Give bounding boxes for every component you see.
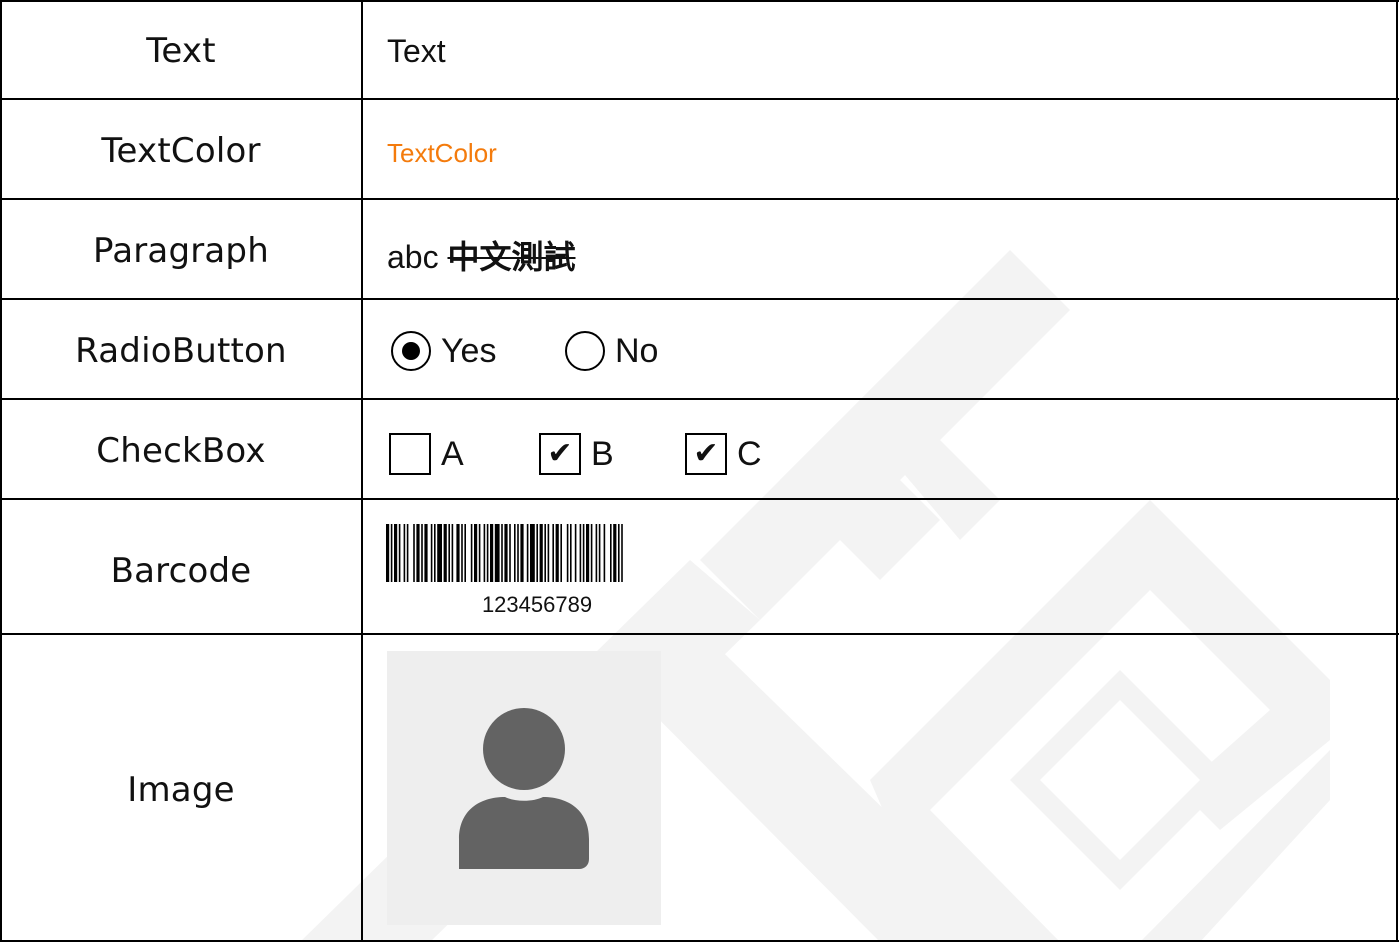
table-border-right bbox=[1396, 0, 1398, 942]
barcode-bar bbox=[536, 524, 538, 582]
barcode-bar bbox=[416, 524, 420, 582]
barcode-bar bbox=[555, 524, 559, 582]
barcode-bar bbox=[618, 524, 620, 582]
barcode-bar bbox=[574, 524, 577, 582]
paragraph-value: abc 中文測試 bbox=[387, 232, 576, 278]
column-divider bbox=[361, 0, 363, 942]
table-border-left bbox=[0, 0, 2, 942]
barcode-bar bbox=[448, 524, 450, 582]
barcode-image bbox=[386, 524, 623, 582]
barcode-bar bbox=[406, 524, 409, 582]
barcode-bar bbox=[443, 524, 447, 582]
radio-option-yes[interactable]: Yes bbox=[391, 331, 496, 371]
checkbox-row-label: CheckBox bbox=[96, 431, 266, 471]
barcode-bar bbox=[403, 524, 406, 582]
radio-unselected-icon[interactable] bbox=[565, 331, 605, 371]
barcode-bar bbox=[514, 524, 516, 582]
barcode-bar bbox=[579, 524, 582, 582]
barcode-bar bbox=[504, 524, 508, 582]
barcode-bar bbox=[570, 524, 572, 582]
barcode-bar bbox=[539, 524, 543, 582]
barcode-bar bbox=[526, 524, 529, 582]
barcode-bar bbox=[398, 524, 401, 582]
barcode-bar bbox=[470, 524, 473, 582]
barcode-bar bbox=[582, 524, 585, 582]
barcode-bar bbox=[520, 524, 524, 582]
paragraph-plain-text: abc bbox=[387, 239, 448, 275]
barcode-bar bbox=[421, 524, 423, 582]
barcode-bar bbox=[478, 524, 481, 582]
barcode-bar bbox=[474, 524, 478, 582]
table-border-top bbox=[0, 0, 1399, 2]
barcode-bar bbox=[595, 524, 598, 582]
text-row-label: Text bbox=[146, 31, 216, 71]
barcode-bar bbox=[394, 524, 398, 582]
row-divider bbox=[0, 198, 1399, 200]
barcode-bar bbox=[413, 524, 415, 582]
image-placeholder bbox=[387, 651, 661, 925]
barcode-bar bbox=[456, 524, 460, 582]
radio-selected-icon[interactable] bbox=[391, 331, 431, 371]
barcode-bar bbox=[566, 524, 569, 582]
barcode-row-label: Barcode bbox=[110, 551, 252, 591]
barcode-bar bbox=[490, 524, 494, 582]
barcode-bar bbox=[603, 524, 606, 582]
barcode-bar bbox=[437, 524, 442, 582]
checkbox-label-b: B bbox=[591, 434, 614, 473]
user-avatar-icon bbox=[459, 708, 589, 869]
textcolor-value: TextColor bbox=[387, 138, 497, 168]
barcode-bar bbox=[586, 524, 590, 582]
barcode-bar bbox=[560, 524, 562, 582]
row-divider bbox=[0, 398, 1399, 400]
row-divider bbox=[0, 633, 1399, 635]
checkbox-option-c[interactable]: ✔ C bbox=[685, 433, 762, 475]
barcode-bar bbox=[610, 524, 612, 582]
barcode-bar bbox=[598, 524, 601, 582]
checkbox-option-b[interactable]: ✔ B bbox=[539, 433, 614, 475]
barcode-bar bbox=[386, 524, 390, 582]
barcode-bar bbox=[509, 524, 511, 582]
image-row-label: Image bbox=[127, 770, 235, 810]
barcode-bar bbox=[483, 524, 486, 582]
barcode-bar bbox=[517, 524, 519, 582]
text-value: Text bbox=[387, 33, 446, 69]
barcode-bar bbox=[621, 524, 623, 582]
checkbox-checked-icon[interactable]: ✔ bbox=[685, 433, 727, 475]
checkbox-label-c: C bbox=[737, 434, 762, 473]
radio-label-no: No bbox=[615, 331, 659, 370]
barcode-bar bbox=[461, 524, 463, 582]
barcode-bar bbox=[544, 524, 546, 582]
barcode-bar bbox=[451, 524, 454, 582]
barcode-bar bbox=[424, 524, 428, 582]
barcode-bar bbox=[430, 524, 433, 582]
barcode-bar bbox=[486, 524, 489, 582]
row-divider bbox=[0, 298, 1399, 300]
barcode-bar bbox=[434, 524, 436, 582]
checkbox-unchecked-icon[interactable] bbox=[389, 433, 431, 475]
checkbox-option-a[interactable]: A bbox=[389, 433, 464, 475]
textcolor-row-label: TextColor bbox=[101, 131, 261, 171]
radiobutton-row-label: RadioButton bbox=[75, 331, 287, 371]
row-divider bbox=[0, 98, 1399, 100]
barcode-bar bbox=[464, 524, 466, 582]
radio-label-yes: Yes bbox=[441, 331, 497, 370]
barcode-bar bbox=[613, 524, 617, 582]
barcode-bar bbox=[547, 524, 550, 582]
barcode-bar bbox=[390, 524, 393, 582]
barcode-bar bbox=[552, 524, 554, 582]
checkbox-checked-icon[interactable]: ✔ bbox=[539, 433, 581, 475]
barcode-bar bbox=[494, 524, 500, 582]
row-divider bbox=[0, 498, 1399, 500]
checkbox-label-a: A bbox=[441, 434, 464, 473]
barcode-value: 123456789 bbox=[481, 592, 593, 617]
barcode-bar bbox=[590, 524, 593, 582]
radio-option-no[interactable]: No bbox=[565, 331, 658, 371]
barcode-bar bbox=[501, 524, 503, 582]
paragraph-struck-text: 中文測試 bbox=[447, 239, 576, 275]
barcode-bar bbox=[530, 524, 535, 582]
paragraph-row-label: Paragraph bbox=[93, 231, 269, 271]
